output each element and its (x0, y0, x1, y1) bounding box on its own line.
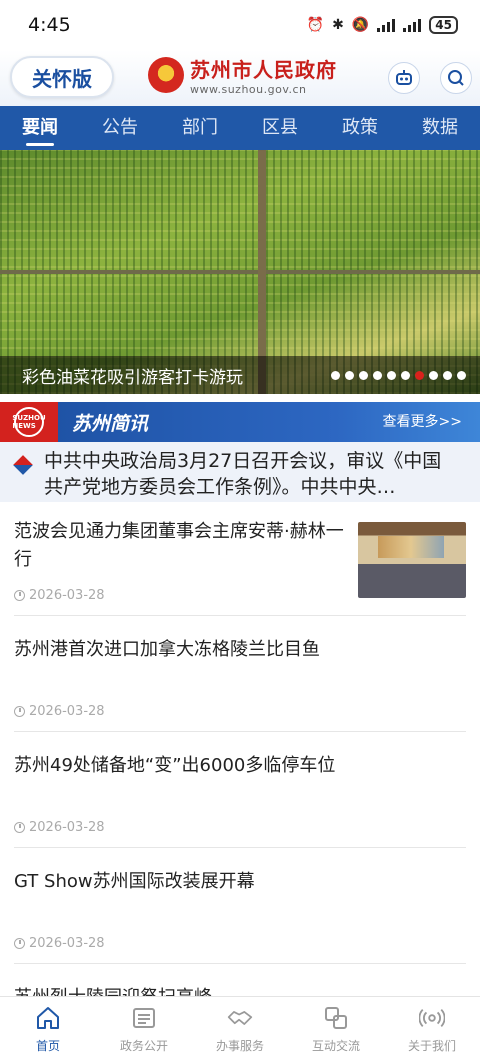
clock-icon (14, 938, 25, 949)
clock-icon (14, 706, 25, 717)
carousel-dot[interactable] (415, 370, 424, 380)
status-icons: ⏰ ✱ 🔕 45 (307, 16, 458, 34)
banner-title: 彩色油菜花吸引游客打卡游玩 (22, 367, 243, 388)
suzhou-news-logo-text: SUZHOU NEWS (12, 407, 46, 437)
news-date: 2026-03-28 (14, 820, 105, 835)
carousel-dot[interactable] (387, 370, 396, 380)
status-bar: 4:45 ⏰ ✱ 🔕 45 (0, 0, 480, 50)
robot-icon (396, 70, 412, 85)
view-more-link[interactable]: 查看更多>> (383, 402, 462, 442)
signal-2-icon (403, 18, 422, 32)
carousel-indicator[interactable] (331, 370, 466, 380)
tab-data[interactable]: 数据 (418, 106, 462, 150)
bottom-nav-label: 首页 (35, 1038, 60, 1053)
bottom-nav-label: 关于我们 (407, 1038, 456, 1053)
home-icon (35, 1005, 61, 1031)
battery-icon: 45 (429, 16, 458, 34)
site-url: www.suzhou.gov.cn (190, 83, 307, 96)
tab-departments[interactable]: 部门 (178, 106, 222, 150)
robot-assistant-button[interactable] (388, 62, 420, 94)
news-item[interactable]: 苏州49处储备地“变”出6000多临停车位 2026-03-28 (14, 732, 466, 848)
search-button[interactable] (440, 62, 472, 94)
news-thumbnail (358, 522, 466, 598)
category-tabs: 要闻 公告 部门 区县 政策 数据 (0, 106, 480, 150)
news-item[interactable]: 苏州港首次进口加拿大冻格陵兰比目鱼 2026-03-28 (14, 616, 466, 732)
tab-announcements[interactable]: 公告 (98, 106, 142, 150)
carousel-dot[interactable] (401, 370, 410, 380)
bottom-nav-services[interactable]: 办事服务 (192, 997, 288, 1061)
brief-title: 苏州简讯 (72, 412, 149, 435)
carousel-dot[interactable] (457, 370, 466, 380)
alarm-icon: ⏰ (306, 17, 325, 33)
brief-text: 中共中央政治局3月27日召开会议，审议《中国共产党地方委员会工作条例》。中共中央… (44, 450, 442, 498)
bottom-nav-about[interactable]: 关于我们 (384, 997, 480, 1061)
news-item[interactable]: GT Show苏州国际改装展开幕 2026-03-28 (14, 848, 466, 964)
news-title: 苏州49处储备地“变”出6000多临停车位 (14, 755, 336, 776)
site-logo: 苏州市人民政府 www.suzhou.gov.cn (148, 54, 337, 96)
app-header: 关怀版 苏州市人民政府 www.suzhou.gov.cn (0, 50, 480, 106)
search-icon (448, 70, 464, 86)
carousel-dot[interactable] (443, 370, 452, 380)
bottom-nav-label: 互动交流 (311, 1038, 360, 1053)
care-mode-button[interactable]: 关怀版 (10, 56, 114, 98)
suzhou-news-logo: SUZHOU NEWS (0, 402, 58, 442)
carousel-dot[interactable] (331, 370, 340, 380)
document-icon (131, 1005, 157, 1031)
bottom-nav-government-affairs[interactable]: 政务公开 (96, 997, 192, 1061)
news-item[interactable]: 苏州烈士陵园迎祭扫高峰 (14, 964, 466, 996)
news-title: GT Show苏州国际改装展开幕 (14, 871, 255, 892)
diamond-bullet-icon (13, 455, 33, 475)
bottom-navigation: 首页 政务公开 办事服务 互动交流 关于我们 (0, 996, 480, 1061)
news-date: 2026-03-28 (14, 936, 105, 951)
bottom-nav-label: 办事服务 (215, 1038, 264, 1053)
bottom-nav-label: 政务公开 (119, 1038, 168, 1053)
news-title: 苏州港首次进口加拿大冻格陵兰比目鱼 (14, 639, 320, 660)
site-title: 苏州市人民政府 (190, 58, 337, 82)
handshake-icon (227, 1005, 253, 1031)
brief-item[interactable]: 中共中央政治局3月27日召开会议，审议《中国共产党地方委员会工作条例》。中共中央… (0, 442, 480, 502)
signal-icon (377, 18, 396, 32)
news-title: 苏州烈士陵园迎祭扫高峰 (14, 964, 466, 996)
news-list: 范波会见通力集团董事会主席安蒂·赫林一行 2026-03-28 苏州港首次进口加… (0, 510, 480, 996)
clock-icon (14, 822, 25, 833)
carousel-dot[interactable] (359, 370, 368, 380)
banner-caption-bar: 彩色油菜花吸引游客打卡游玩 (0, 356, 480, 394)
news-date: 2026-03-28 (14, 588, 105, 603)
news-item[interactable]: 范波会见通力集团董事会主席安蒂·赫林一行 2026-03-28 (14, 510, 466, 616)
clock-icon (14, 590, 25, 601)
tab-districts[interactable]: 区县 (258, 106, 302, 150)
news-title: 范波会见通力集团董事会主席安蒂·赫林一行 (14, 521, 344, 570)
suzhou-brief-header: SUZHOU NEWS 苏州简讯 查看更多>> (0, 402, 480, 442)
banner-carousel[interactable]: 彩色油菜花吸引游客打卡游玩 (0, 150, 480, 394)
exchange-icon (323, 1005, 349, 1031)
national-emblem-icon (148, 57, 184, 93)
carousel-dot[interactable] (429, 370, 438, 380)
tab-policies[interactable]: 政策 (338, 106, 382, 150)
carousel-dot[interactable] (345, 370, 354, 380)
mute-icon: 🔕 (351, 17, 370, 33)
status-time: 4:45 (28, 14, 71, 36)
carousel-dot[interactable] (373, 370, 382, 380)
bottom-nav-home[interactable]: 首页 (0, 997, 96, 1061)
bottom-nav-interaction[interactable]: 互动交流 (288, 997, 384, 1061)
news-date: 2026-03-28 (14, 704, 105, 719)
tab-news[interactable]: 要闻 (18, 106, 62, 150)
broadcast-icon (419, 1005, 445, 1031)
bluetooth-icon: ✱ (332, 17, 344, 33)
